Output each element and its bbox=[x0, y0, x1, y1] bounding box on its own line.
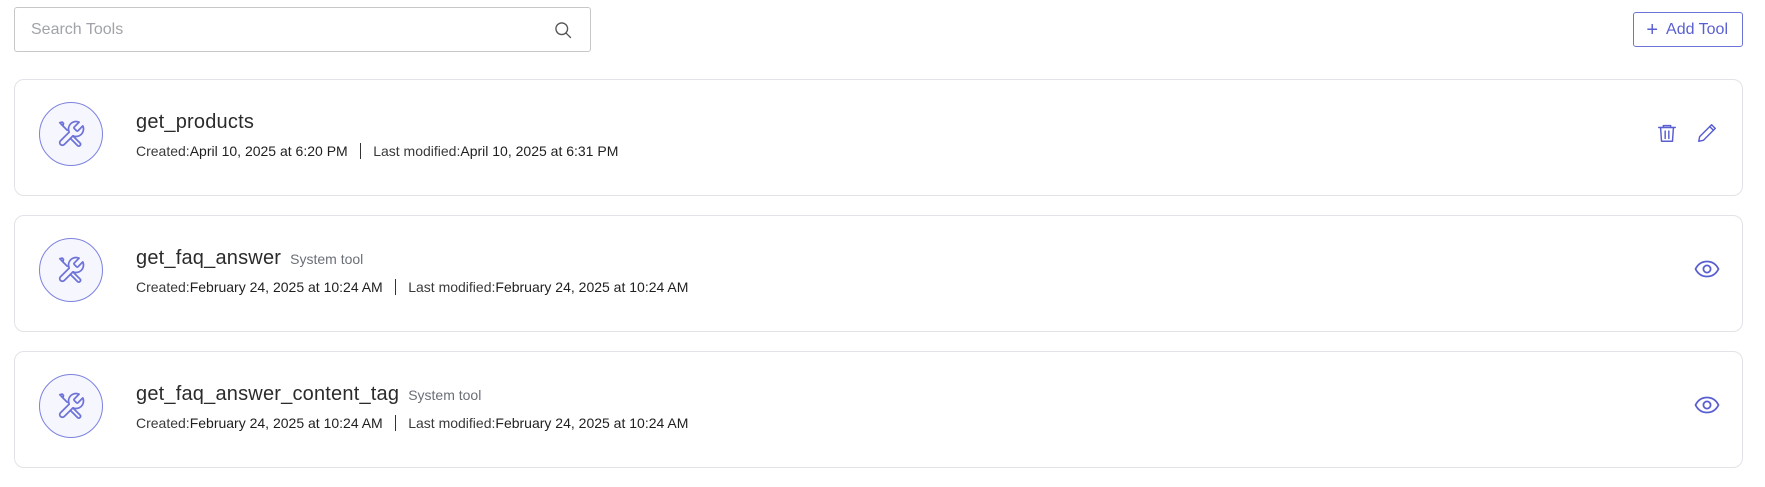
trash-icon bbox=[1658, 124, 1676, 142]
tool-meta: Created: April 10, 2025 at 6:20 PM Last … bbox=[136, 143, 618, 159]
modified-value: February 24, 2025 at 10:24 AM bbox=[495, 279, 689, 295]
modified-label: Last modified: bbox=[373, 143, 461, 159]
modified-label: Last modified: bbox=[408, 415, 496, 431]
tools-avatar bbox=[39, 102, 103, 166]
modified-label: Last modified: bbox=[408, 279, 496, 295]
system-tool-badge: System tool bbox=[408, 387, 482, 403]
delete-button[interactable] bbox=[1654, 120, 1680, 146]
created-label: Created: bbox=[136, 143, 190, 159]
search-input[interactable] bbox=[29, 19, 552, 40]
created-value: February 24, 2025 at 10:24 AM bbox=[189, 279, 383, 295]
eye-icon bbox=[1694, 260, 1720, 278]
meta-divider bbox=[359, 143, 362, 159]
tool-actions bbox=[1694, 392, 1720, 418]
meta-divider bbox=[394, 415, 397, 431]
tools-avatar bbox=[39, 238, 103, 302]
tool-card: get_products Created: April 10, 2025 at … bbox=[14, 79, 1743, 196]
tool-info: get_products Created: April 10, 2025 at … bbox=[136, 111, 618, 159]
add-tool-button[interactable]: + Add Tool bbox=[1633, 12, 1743, 47]
view-button[interactable] bbox=[1694, 256, 1720, 282]
created-label: Created: bbox=[136, 415, 190, 431]
tool-name[interactable]: get_products bbox=[136, 111, 254, 134]
view-button[interactable] bbox=[1694, 392, 1720, 418]
eye-icon bbox=[1694, 396, 1720, 414]
tools-avatar bbox=[39, 374, 103, 438]
tool-title-row: get_products bbox=[136, 111, 618, 134]
add-tool-label: Add Tool bbox=[1666, 20, 1728, 38]
tool-meta: Created: February 24, 2025 at 10:24 AM L… bbox=[136, 415, 688, 431]
tool-title-row: get_faq_answer System tool bbox=[136, 247, 688, 270]
tool-info: get_faq_answer System tool Created: Febr… bbox=[136, 247, 688, 295]
wrench-screwdriver-icon bbox=[58, 392, 85, 419]
tool-card: get_faq_answer System tool Created: Febr… bbox=[14, 215, 1743, 332]
plus-icon: + bbox=[1646, 18, 1659, 41]
tool-actions bbox=[1694, 256, 1720, 282]
search-icon[interactable] bbox=[552, 19, 574, 41]
toolbar: + Add Tool bbox=[0, 0, 1765, 60]
wrench-screwdriver-icon bbox=[58, 256, 85, 283]
edit-icon bbox=[1698, 124, 1716, 142]
created-value: April 10, 2025 at 6:20 PM bbox=[189, 143, 348, 159]
tool-actions bbox=[1654, 120, 1720, 146]
tool-title-row: get_faq_answer_content_tag System tool bbox=[136, 383, 688, 406]
created-label: Created: bbox=[136, 279, 190, 295]
edit-button[interactable] bbox=[1694, 120, 1720, 146]
created-value: February 24, 2025 at 10:24 AM bbox=[189, 415, 383, 431]
tool-info: get_faq_answer_content_tag System tool C… bbox=[136, 383, 688, 431]
tool-card: get_faq_answer_content_tag System tool C… bbox=[14, 351, 1743, 468]
system-tool-badge: System tool bbox=[290, 251, 364, 267]
modified-value: February 24, 2025 at 10:24 AM bbox=[495, 415, 689, 431]
wrench-screwdriver-icon bbox=[58, 120, 85, 147]
tool-list: get_products Created: April 10, 2025 at … bbox=[14, 79, 1743, 487]
search-box[interactable] bbox=[14, 7, 591, 52]
meta-divider bbox=[394, 279, 397, 295]
tool-name[interactable]: get_faq_answer_content_tag bbox=[136, 383, 399, 406]
tool-name[interactable]: get_faq_answer bbox=[136, 247, 281, 270]
modified-value: April 10, 2025 at 6:31 PM bbox=[460, 143, 619, 159]
tool-meta: Created: February 24, 2025 at 10:24 AM L… bbox=[136, 279, 688, 295]
